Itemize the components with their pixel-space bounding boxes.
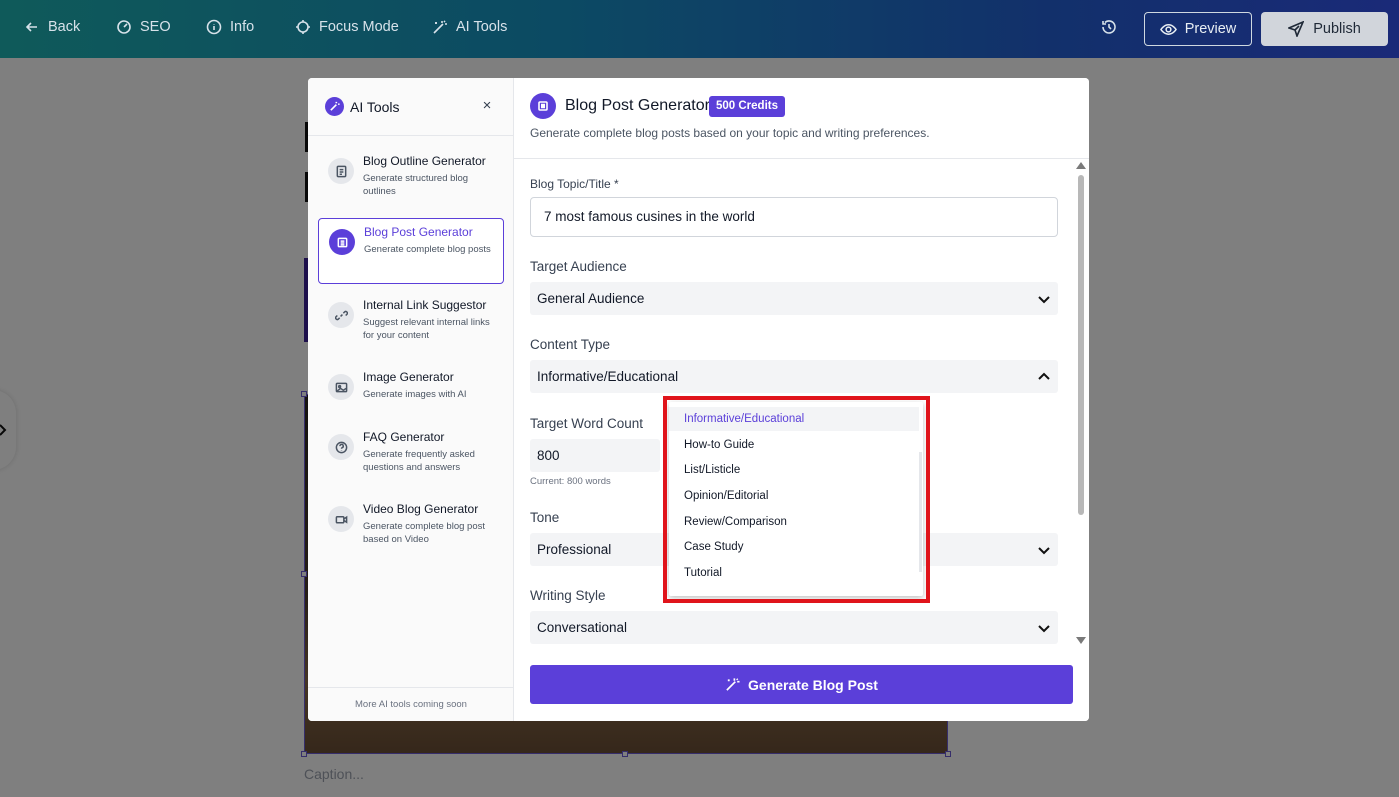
- word-count-label: Target Word Count: [530, 416, 644, 431]
- image-icon: [328, 374, 354, 400]
- tool-description: Generate images with AI: [363, 389, 467, 400]
- word-count-hint: Current: 800 words: [530, 476, 611, 487]
- generator-header: Blog Post Generator 500 Credits Generate…: [514, 78, 1089, 159]
- tone-label: Tone: [530, 510, 560, 525]
- audience-select[interactable]: General Audience: [530, 282, 1058, 315]
- content-type-select[interactable]: Informative/Educational: [530, 360, 1058, 393]
- ai-wand-icon: [325, 97, 344, 116]
- top-toolbar: Back SEO Info Focus Mode AI Tools Previe…: [0, 0, 1399, 58]
- content-type-label: Content Type: [530, 337, 611, 352]
- tool-video-blog-generator[interactable]: Video Blog Generator Generate complete b…: [318, 496, 504, 562]
- document-icon: [328, 158, 354, 184]
- back-button[interactable]: Back: [24, 19, 80, 35]
- tool-name: FAQ Generator: [363, 430, 445, 444]
- credits-badge: 500 Credits: [709, 96, 786, 117]
- tool-name: Internal Link Suggestor: [363, 298, 487, 312]
- topic-label: Blog Topic/Title *: [530, 177, 619, 191]
- chevron-up-icon: [1038, 372, 1050, 380]
- generate-blog-post-button[interactable]: Generate Blog Post: [530, 665, 1073, 704]
- focus-icon: [296, 20, 310, 34]
- tool-name: Video Blog Generator: [363, 502, 479, 516]
- content-type-value: Informative/Educational: [537, 369, 679, 384]
- tool-description: Generate frequently asked questions and …: [363, 449, 475, 473]
- tool-image-generator[interactable]: Image Generator Generate images with AI: [318, 364, 504, 430]
- highlight-box: [663, 396, 930, 603]
- tool-faq-generator[interactable]: FAQ Generator Generate frequently asked …: [318, 424, 504, 490]
- focus-mode-label: Focus Mode: [319, 19, 399, 35]
- ai-tools-button[interactable]: AI Tools: [432, 19, 507, 35]
- form-scrollbar[interactable]: [1074, 159, 1088, 651]
- video-icon: [328, 506, 354, 532]
- link-icon: [328, 302, 354, 328]
- info-icon: [206, 19, 222, 35]
- document-icon: [329, 229, 355, 255]
- tool-name: Blog Outline Generator: [363, 154, 486, 168]
- focus-mode-button[interactable]: Focus Mode: [295, 19, 399, 35]
- seo-label: SEO: [140, 19, 171, 35]
- magic-wand-icon: [433, 20, 447, 34]
- generator-title: Blog Post Generator: [565, 97, 710, 114]
- chevron-down-icon: [1038, 296, 1050, 304]
- arrow-left-icon: [25, 22, 37, 32]
- document-icon: [530, 93, 556, 119]
- publish-label: Publish: [1313, 21, 1361, 37]
- info-label: Info: [230, 19, 255, 35]
- tool-description: Suggest relevant internal links for your…: [363, 317, 490, 341]
- writing-style-value: Conversational: [537, 620, 628, 635]
- tool-internal-link-suggestor[interactable]: Internal Link Suggestor Suggest relevant…: [318, 292, 504, 358]
- writing-style-label: Writing Style: [530, 588, 606, 603]
- preview-label: Preview: [1184, 21, 1237, 37]
- seo-button[interactable]: SEO: [116, 19, 171, 35]
- info-button[interactable]: Info: [206, 19, 254, 35]
- tool-description: Generate complete blog post based on Vid…: [363, 521, 485, 545]
- scroll-down-arrow[interactable]: [1076, 637, 1086, 644]
- word-count-input[interactable]: 800: [530, 439, 660, 472]
- generate-label: Generate Blog Post: [748, 676, 878, 693]
- tool-blog-outline-generator[interactable]: Blog Outline Generator Generate structur…: [318, 148, 504, 214]
- history-icon: [1102, 20, 1116, 34]
- publish-button[interactable]: Publish: [1261, 12, 1388, 46]
- chevron-down-icon: [1038, 625, 1050, 633]
- tools-sidebar: AI Tools × Blog Outline Generator Genera…: [308, 78, 514, 721]
- preview-button[interactable]: Preview: [1144, 12, 1252, 46]
- tone-value: Professional: [537, 542, 612, 557]
- tool-name: Image Generator: [363, 370, 454, 384]
- tools-footer-note: More AI tools coming soon: [308, 687, 514, 721]
- ai-tools-label: AI Tools: [456, 19, 508, 35]
- history-button[interactable]: [1100, 18, 1120, 38]
- writing-style-select[interactable]: Conversational: [530, 611, 1058, 644]
- generator-subtitle: Generate complete blog posts based on yo…: [530, 126, 930, 140]
- scrollbar-thumb[interactable]: [1078, 175, 1084, 515]
- tools-sidebar-title: AI Tools: [350, 99, 400, 115]
- tool-description: Generate structured blog outlines: [363, 173, 469, 197]
- topic-input[interactable]: 7 most famous cusines in the world: [530, 197, 1058, 237]
- back-label: Back: [48, 19, 81, 35]
- scroll-up-arrow[interactable]: [1076, 162, 1086, 169]
- tool-blog-post-generator[interactable]: Blog Post Generator Generate complete bl…: [318, 218, 504, 284]
- chevron-down-icon: [1038, 547, 1050, 555]
- help-icon: [328, 434, 354, 460]
- close-button[interactable]: ×: [480, 98, 494, 114]
- audience-label: Target Audience: [530, 259, 627, 274]
- eye-icon: [1159, 23, 1177, 35]
- tool-name: Blog Post Generator: [364, 225, 473, 239]
- audience-value: General Audience: [537, 291, 645, 306]
- tools-sidebar-header: AI Tools ×: [308, 78, 514, 136]
- magic-wand-icon: [726, 678, 740, 691]
- send-icon: [1288, 21, 1305, 37]
- gauge-icon: [117, 20, 131, 34]
- tool-description: Generate complete blog posts: [364, 244, 491, 255]
